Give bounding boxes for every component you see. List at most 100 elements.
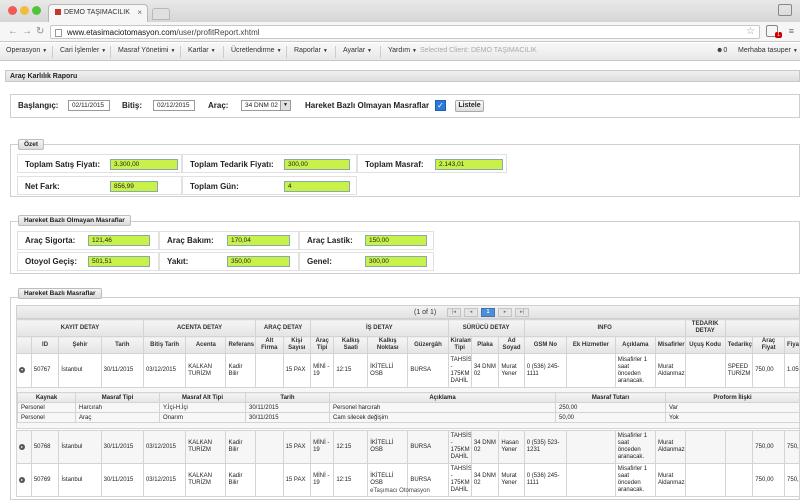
start-date-input[interactable]: 02/11/2015 bbox=[68, 100, 110, 111]
col-guzergah[interactable]: Güzergâh bbox=[407, 336, 449, 354]
total-days-value: 4 bbox=[284, 181, 350, 192]
fuel-value: 350,00 bbox=[227, 256, 290, 267]
browser-tabstrip: DEMO TAŞIMACILIK × bbox=[0, 0, 800, 22]
minimize-window-button[interactable] bbox=[20, 6, 29, 15]
total-expense-label: Toplam Masraf: bbox=[365, 160, 424, 169]
close-icon[interactable]: × bbox=[137, 8, 142, 17]
total-supply-label: Toplam Tedarik Fiyatı: bbox=[190, 160, 274, 169]
col-ad-soyad[interactable]: Ad Soyad bbox=[498, 336, 525, 354]
chevron-down-icon: ▼ bbox=[101, 48, 107, 54]
total-supply-value: 300,00 bbox=[284, 159, 350, 170]
maintenance-value: 170,04 bbox=[227, 235, 290, 246]
menu-kartlar[interactable]: Kartlar ▼ bbox=[188, 47, 216, 54]
col-kiralama-tipi[interactable]: Kiralama Tipi bbox=[447, 336, 472, 354]
group-header-acenta: ACENTA DETAY bbox=[142, 319, 257, 337]
profile-icon[interactable] bbox=[778, 4, 792, 16]
tire-label: Araç Lastik: bbox=[307, 236, 353, 245]
end-date-label: Bitiş: bbox=[122, 101, 142, 110]
non-movement-checkbox[interactable]: ✓ bbox=[435, 100, 446, 111]
col-sehir[interactable]: Şehir bbox=[58, 336, 102, 354]
maximize-window-button[interactable] bbox=[32, 6, 41, 15]
sub-col-masraf-alt-tipi: Masraf Alt Tipi bbox=[159, 392, 246, 403]
group-header-info: INFO bbox=[523, 319, 686, 337]
insurance-label: Araç Sigorta: bbox=[25, 236, 76, 245]
selected-client: Selected Client: DEMO TAŞIMACILIK bbox=[420, 47, 537, 54]
prev-page-button[interactable]: ◂ bbox=[464, 308, 478, 317]
vehicle-select[interactable]: 34 DNM 02 ▼ bbox=[241, 100, 291, 111]
col-kisi-sayisi[interactable]: Kişi Sayısı bbox=[282, 336, 312, 354]
notification-count[interactable]: ☻0 bbox=[716, 47, 727, 54]
col-alt-firma[interactable]: Alt Firma bbox=[255, 336, 284, 354]
toll-value: 501,51 bbox=[88, 256, 150, 267]
col-plaka[interactable]: Plaka bbox=[470, 336, 500, 354]
page-title: Araç Karlılık Raporu bbox=[5, 70, 800, 82]
chevron-down-icon: ▼ bbox=[210, 48, 216, 54]
general-label: Genel: bbox=[307, 257, 332, 266]
menu-raporlar[interactable]: Raporlar ▼ bbox=[294, 47, 328, 54]
chevron-down-icon: ▼ bbox=[792, 48, 798, 54]
col-kalkis-saati[interactable]: Kalkış Saati bbox=[333, 336, 369, 354]
col-referans[interactable]: Referans bbox=[225, 336, 257, 354]
bookmark-star-icon[interactable]: ☆ bbox=[746, 26, 755, 37]
next-page-button[interactable]: ▸ bbox=[498, 308, 512, 317]
col-ek-hizmetler[interactable]: Ek Hizmetler bbox=[566, 336, 616, 354]
back-arrow-icon[interactable]: ← bbox=[8, 26, 18, 37]
group-header-arac: ARAÇ DETAY bbox=[255, 319, 312, 337]
table-row[interactable]: ▾ 50767 İstanbul 30/11/2015 03/12/2015 KALKA… bbox=[16, 353, 800, 388]
browser-tab[interactable]: DEMO TAŞIMACILIK × bbox=[48, 4, 148, 22]
menu-cari-islemler[interactable]: Cari İşlemler ▼ bbox=[60, 47, 106, 54]
expand-row-icon[interactable]: ▾ bbox=[19, 367, 25, 373]
chevron-down-icon: ▼ bbox=[170, 48, 176, 54]
last-page-button[interactable]: ▸| bbox=[515, 308, 529, 317]
col-gsm-no[interactable]: GSM No bbox=[523, 336, 568, 354]
sub-col-aciklama: Açıklama bbox=[329, 392, 556, 403]
menu-masraf-yonetimi[interactable]: Masraf Yönetimi ▼ bbox=[118, 47, 175, 54]
expand-row-icon[interactable]: ▸ bbox=[19, 443, 25, 450]
col-tarih[interactable]: Tarih bbox=[100, 336, 144, 354]
menu-operasyon[interactable]: Operasyon ▼ bbox=[6, 47, 47, 54]
menu-ucretlendirme[interactable]: Ücretlendirme ▼ bbox=[231, 47, 282, 54]
close-window-button[interactable] bbox=[8, 6, 17, 15]
total-sales-value: 3.300,00 bbox=[110, 159, 178, 170]
non-movement-label: Hareket Bazlı Olmayan Masraflar bbox=[305, 101, 430, 110]
expense-detail-table: Kaynak Masraf Tipi Masraf Alt Tipi Tarih… bbox=[17, 392, 800, 423]
col-arac-tipi[interactable]: Araç Tipi bbox=[310, 336, 335, 354]
extension-badge: 1 bbox=[775, 32, 782, 38]
sub-table-row: Personel Harcırah Y.İçi-H.İçi 30/11/2015 Per… bbox=[17, 402, 800, 413]
sub-col-masraf-tutari: Masraf Tutarı bbox=[555, 392, 666, 403]
col-misafirler[interactable]: Misafirler bbox=[654, 336, 686, 354]
col-acenta[interactable]: Acenta bbox=[185, 336, 227, 354]
total-sales-label: Toplam Satış Fiyatı: bbox=[25, 160, 100, 169]
tab-title: DEMO TAŞIMACILIK bbox=[64, 9, 130, 16]
net-diff-label: Net Fark: bbox=[25, 182, 60, 191]
first-page-button[interactable]: |◂ bbox=[447, 308, 461, 317]
col-id[interactable]: ID bbox=[30, 336, 60, 354]
col-ucus-kodu[interactable]: Uçuş Kodu bbox=[684, 336, 726, 354]
expand-row-icon[interactable]: ▸ bbox=[19, 476, 25, 483]
new-tab-button[interactable] bbox=[152, 8, 170, 20]
col-aciklama[interactable]: Açıklama bbox=[614, 336, 656, 354]
menu-yardim[interactable]: Yardım ▼ bbox=[388, 47, 417, 54]
end-date-input[interactable]: 02/12/2015 bbox=[153, 100, 195, 111]
bus-favicon-icon bbox=[55, 9, 61, 16]
summary-legend: Özet bbox=[18, 139, 45, 150]
user-menu[interactable]: Merhaba tasuper ▼ bbox=[738, 47, 798, 54]
general-value: 300,00 bbox=[365, 256, 427, 267]
table-row[interactable]: ▸ 50768 İstanbul 30/11/2015 03/12/2015 KALKA… bbox=[16, 430, 800, 464]
col-kalkis-noktasi[interactable]: Kalkış Noktası bbox=[367, 336, 409, 354]
reload-icon[interactable]: ↻ bbox=[36, 26, 44, 37]
chevron-down-icon: ▼ bbox=[367, 48, 372, 54]
sub-col-masraf-tipi: Masraf Tipi bbox=[75, 392, 160, 403]
group-header-tedarik: TEDARİK DETAY bbox=[684, 319, 726, 337]
address-bar[interactable]: www.etasimaciotomasyon.com/user/profitRe… bbox=[50, 25, 760, 39]
col-tedarikci[interactable]: Tedarikçi bbox=[724, 336, 754, 354]
menu-ayarlar[interactable]: Ayarlar ▼ bbox=[343, 47, 372, 54]
chevron-down-icon: ▼ bbox=[322, 48, 328, 54]
col-bitis-tarih[interactable]: Bitiş Tarih bbox=[142, 336, 187, 354]
col-fiyat[interactable]: Fiyat bbox=[783, 336, 800, 354]
list-button[interactable]: Listele bbox=[455, 100, 484, 112]
col-arac-fiyat[interactable]: Araç Fiyat bbox=[752, 336, 785, 354]
browser-menu-icon[interactable]: ≡ bbox=[789, 26, 794, 36]
forward-arrow-icon[interactable]: → bbox=[22, 26, 32, 37]
page-button[interactable]: 1 bbox=[481, 308, 495, 317]
